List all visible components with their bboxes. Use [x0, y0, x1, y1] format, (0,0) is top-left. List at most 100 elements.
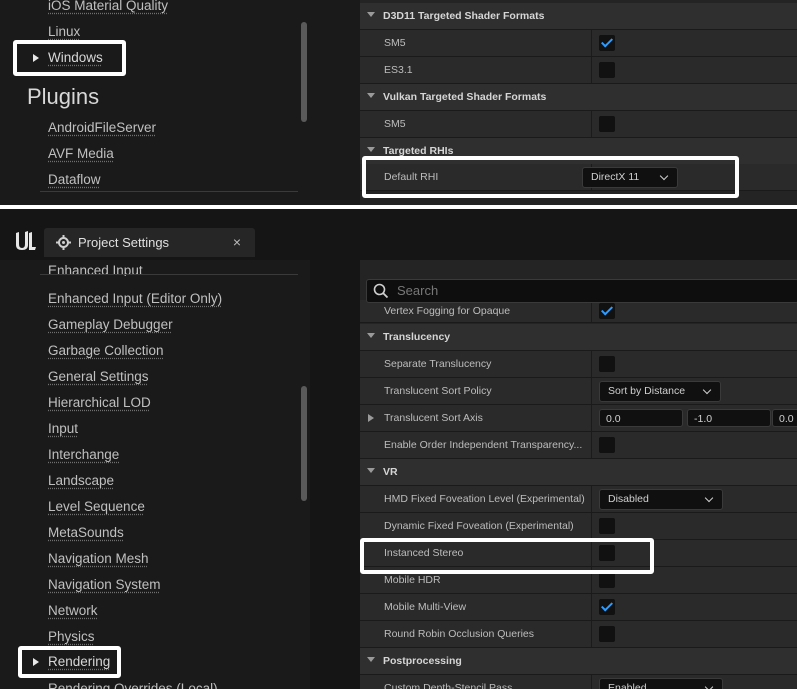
oit-checkbox[interactable]	[599, 437, 615, 453]
row-dynamic-foveation: Dynamic Fixed Foveation (Experimental)	[360, 513, 797, 540]
section-label: VR	[383, 466, 398, 478]
section-translucency[interactable]: Translucency	[360, 324, 797, 351]
tab-title: Project Settings	[78, 235, 170, 250]
mobile-hdr-checkbox[interactable]	[599, 572, 615, 588]
nav-item-navigation-system[interactable]: Navigation System	[48, 577, 161, 592]
chevron-down-icon	[702, 385, 712, 395]
row-mobile-multiview: Mobile Multi-View	[360, 594, 797, 621]
nav-item-gameplay-debugger[interactable]: Gameplay Debugger	[48, 317, 173, 332]
unreal-logo-icon	[16, 231, 36, 250]
plugins-heading: Plugins	[27, 84, 100, 109]
title-bar: Project Settings ×	[0, 209, 797, 260]
section-postprocessing[interactable]: Postprocessing	[360, 648, 797, 675]
section-vulkan-shader-formats[interactable]: Vulkan Targeted Shader Formats	[360, 84, 797, 111]
nav-item-network[interactable]: Network	[48, 603, 98, 618]
nav-item-ios-material-quality[interactable]: iOS Material Quality	[48, 0, 168, 13]
section-label: D3D11 Targeted Shader Formats	[383, 10, 545, 22]
sort-axis-z-input[interactable]: 0.0	[772, 409, 797, 427]
row-vertex-fogging: Vertex Fogging for Opaque	[360, 300, 797, 323]
nav-scrollbar[interactable]	[301, 22, 307, 122]
sort-axis-y-input[interactable]: -1.0	[687, 409, 771, 427]
hmd-foveation-dropdown[interactable]: Disabled	[599, 489, 723, 510]
row-separate-translucency: Separate Translucency	[360, 351, 797, 378]
row-translucent-sort-policy: Translucent Sort Policy Sort by Distance	[360, 378, 797, 405]
top-settings-panel: iOS Material Quality Linux Windows Plugi…	[0, 0, 797, 205]
nav-item-rendering-overrides[interactable]: Rendering Overrides (Local)	[48, 681, 218, 689]
es31-checkbox[interactable]	[599, 62, 615, 78]
nav-item-hierarchical-lod[interactable]: Hierarchical LOD	[48, 395, 151, 410]
nav-item-physics[interactable]: Physics	[48, 629, 95, 644]
collapse-caret-icon	[367, 147, 375, 152]
row-label: Translucent Sort Policy	[384, 385, 492, 397]
dropdown-value: Disabled	[608, 493, 649, 505]
custom-depth-dropdown[interactable]: Enabled	[599, 678, 723, 689]
highlight-box-rendering	[18, 646, 121, 678]
nav-item-dataflow[interactable]: Dataflow	[48, 172, 101, 187]
chevron-down-icon	[704, 493, 714, 503]
row-sm5-d3d11: SM5	[360, 30, 797, 57]
nav-item-general-settings[interactable]: General Settings	[48, 369, 149, 384]
nav-item-androidfileserver[interactable]: AndroidFileServer	[48, 120, 156, 135]
dynamic-foveation-checkbox[interactable]	[599, 518, 615, 534]
nav-item-metasounds[interactable]: MetaSounds	[48, 525, 124, 540]
nav-item-input[interactable]: Input	[48, 421, 78, 436]
row-label: Custom Depth-Stencil Pass	[384, 682, 513, 689]
row-label: SM5	[384, 118, 406, 130]
divider	[40, 274, 298, 275]
bottom-nav-sidebar: Enhanced Input Enhanced Input (Editor On…	[0, 260, 310, 689]
collapse-caret-icon	[367, 333, 375, 338]
nav-item-interchange[interactable]: Interchange	[48, 447, 119, 462]
row-es31: ES3.1	[360, 57, 797, 84]
highlight-box-default-rhi	[362, 156, 739, 198]
nav-item-garbage-collection[interactable]: Garbage Collection	[48, 343, 164, 358]
sort-axis-x-input[interactable]: 0.0	[599, 409, 683, 427]
nav-item-linux[interactable]: Linux	[48, 24, 80, 39]
search-input[interactable]: Search	[366, 279, 797, 303]
mobile-multiview-checkbox[interactable]	[599, 599, 615, 615]
row-translucent-sort-axis[interactable]: Translucent Sort Axis 0.0 -1.0 0.0	[360, 405, 797, 432]
row-label: SM5	[384, 37, 406, 49]
row-custom-depth: Custom Depth-Stencil Pass Enabled	[360, 675, 797, 689]
nav-item-avf-media[interactable]: AVF Media	[48, 146, 114, 161]
row-label: Dynamic Fixed Foveation (Experimental)	[384, 520, 574, 532]
vertex-fogging-checkbox[interactable]	[599, 303, 615, 319]
search-icon	[373, 283, 389, 299]
row-label: Enable Order Independent Transparency...	[384, 439, 583, 451]
settings-gear-icon	[56, 235, 71, 250]
nav-item-navigation-mesh[interactable]: Navigation Mesh	[48, 551, 149, 566]
nav-item-level-sequence[interactable]: Level Sequence	[48, 499, 145, 514]
nav-item-landscape[interactable]: Landscape	[48, 473, 114, 488]
sm5-vulkan-checkbox[interactable]	[599, 116, 615, 132]
search-placeholder: Search	[397, 283, 439, 298]
dropdown-value: Enabled	[608, 682, 647, 689]
collapse-caret-icon	[367, 93, 375, 98]
expand-arrow-icon	[368, 414, 374, 422]
section-label: Postprocessing	[383, 655, 462, 667]
row-label: HMD Fixed Foveation Level (Experimental)	[384, 493, 585, 505]
row-hmd-foveation: HMD Fixed Foveation Level (Experimental)…	[360, 486, 797, 513]
collapse-caret-icon	[367, 12, 375, 17]
close-icon[interactable]: ×	[233, 228, 241, 257]
section-d3d11-shader-formats[interactable]: D3D11 Targeted Shader Formats	[360, 3, 797, 30]
row-round-robin: Round Robin Occlusion Queries	[360, 621, 797, 648]
separate-translucency-checkbox[interactable]	[599, 356, 615, 372]
row-sm5-vulkan: SM5	[360, 111, 797, 138]
nav-item-enhanced-input-editor[interactable]: Enhanced Input (Editor Only)	[48, 291, 222, 306]
highlight-box-windows	[13, 40, 126, 76]
sort-policy-dropdown[interactable]: Sort by Distance	[599, 381, 721, 402]
row-label: ES3.1	[384, 64, 413, 76]
tab-project-settings[interactable]: Project Settings ×	[44, 228, 255, 257]
top-nav-sidebar: iOS Material Quality Linux Windows Plugi…	[0, 0, 310, 205]
highlight-box-instanced-stereo	[360, 538, 654, 574]
bottom-details-panel: Vertex Fogging for Opaque Translucency S…	[360, 260, 797, 689]
section-vr[interactable]: VR	[360, 459, 797, 486]
round-robin-checkbox[interactable]	[599, 626, 615, 642]
row-label: Separate Translucency	[384, 358, 492, 370]
row-label: Mobile Multi-View	[384, 601, 467, 613]
dropdown-value: Sort by Distance	[608, 385, 686, 397]
collapse-caret-icon	[367, 468, 375, 473]
nav-scrollbar[interactable]	[301, 386, 307, 501]
row-oit: Enable Order Independent Transparency...	[360, 432, 797, 459]
section-label: Vulkan Targeted Shader Formats	[383, 91, 547, 103]
sm5-d3d11-checkbox[interactable]	[599, 35, 615, 51]
